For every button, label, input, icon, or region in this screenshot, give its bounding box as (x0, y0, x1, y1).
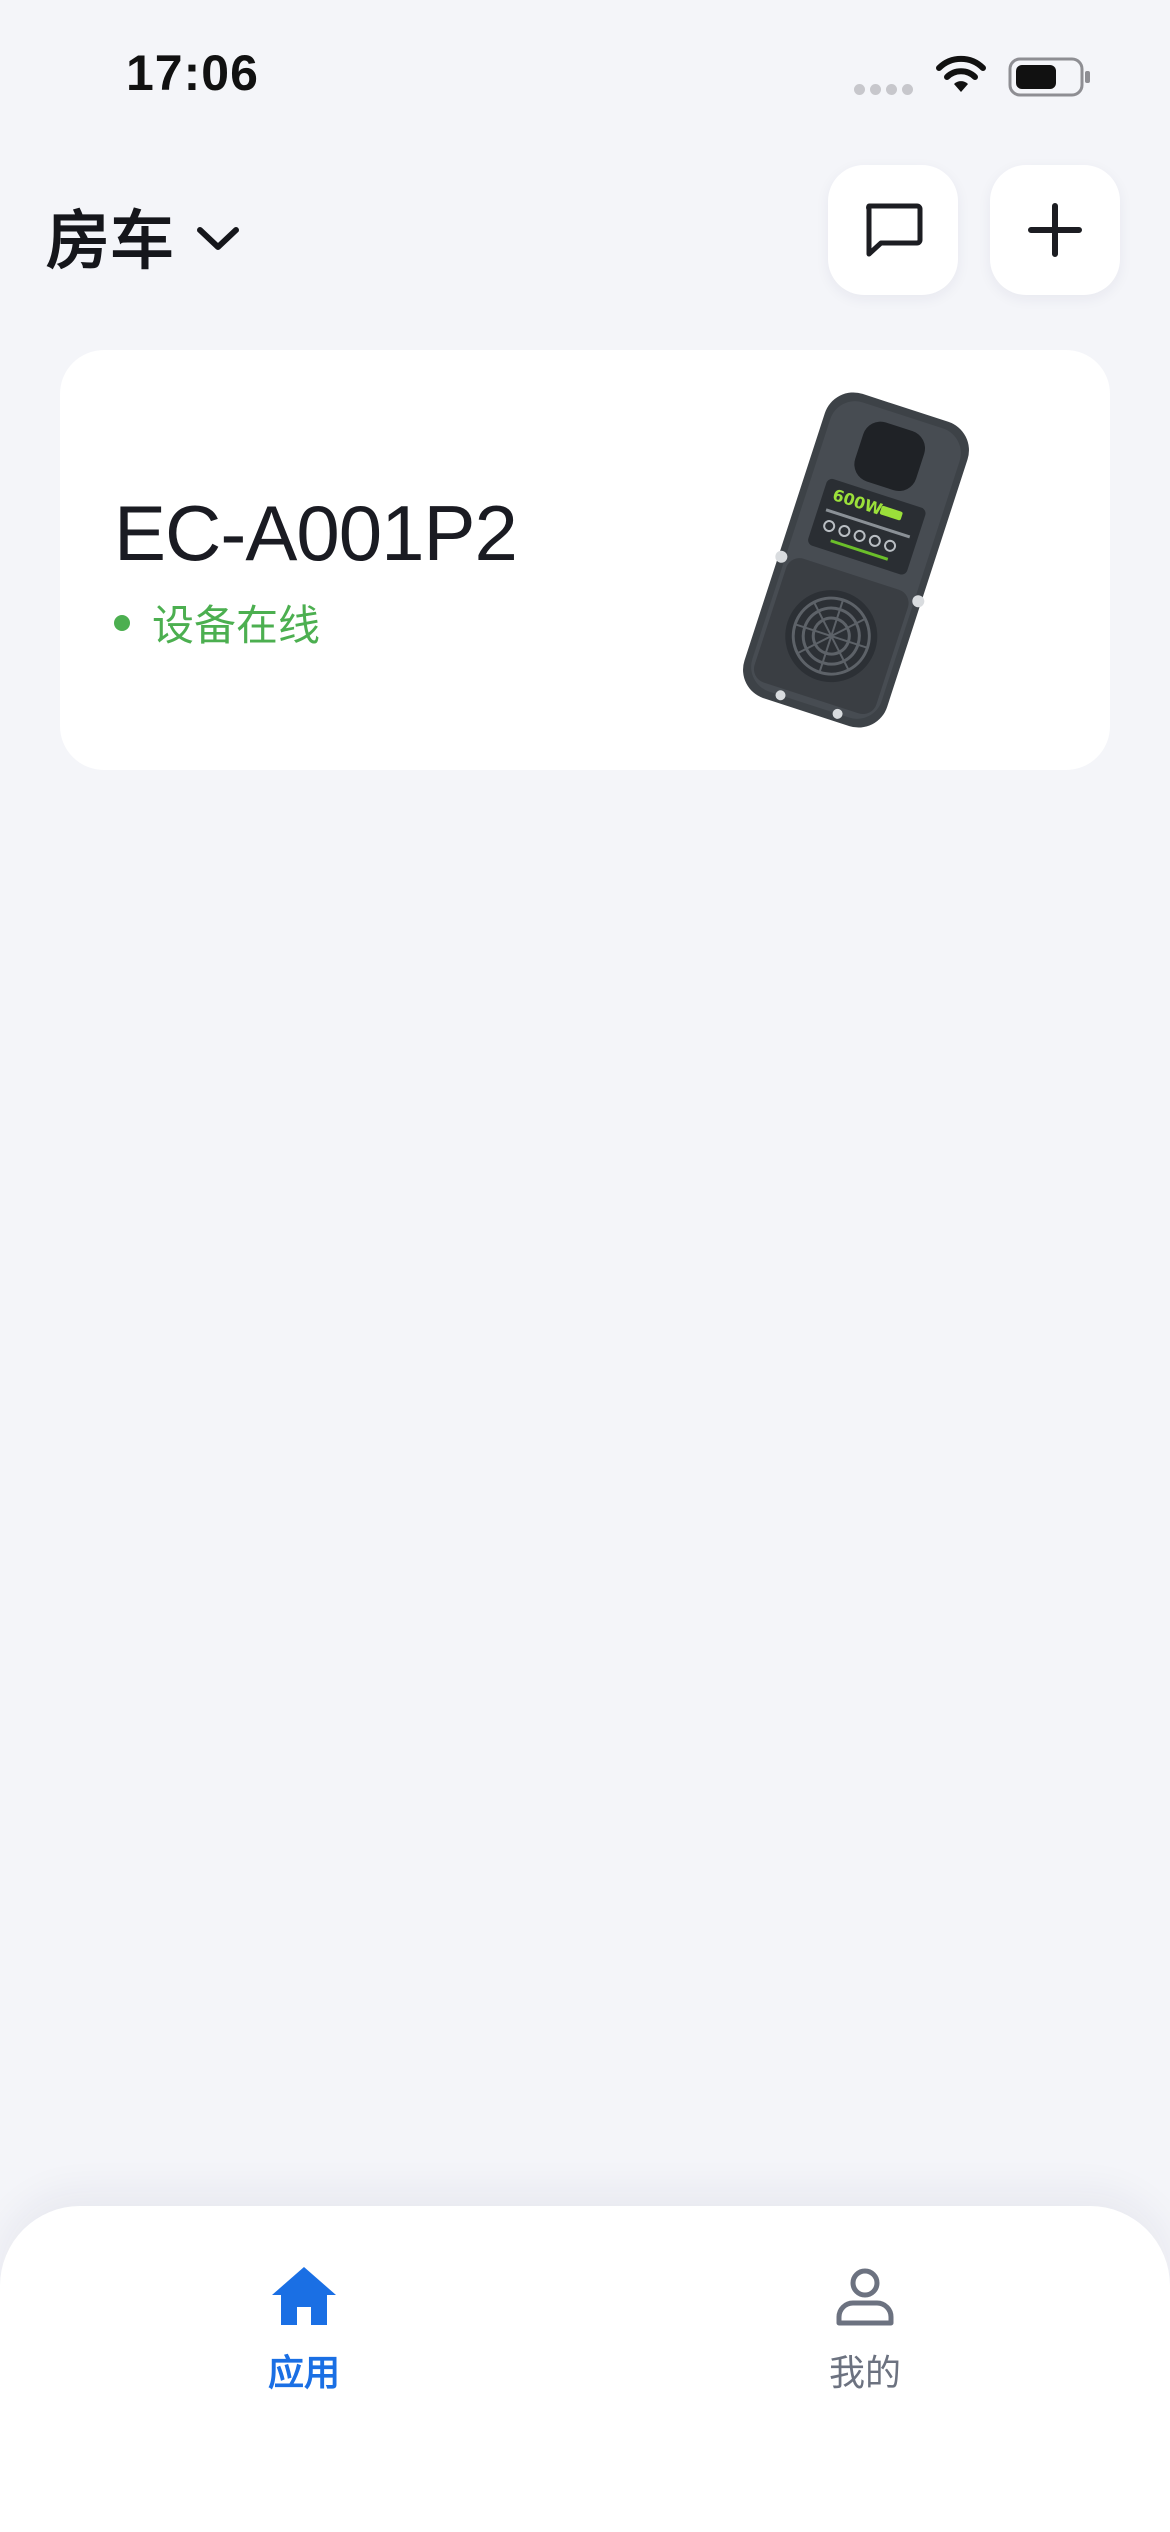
device-card[interactable]: EC-A001P2 设备在线 600W (60, 350, 1110, 770)
message-button[interactable] (828, 165, 958, 295)
tab-apps[interactable]: 应用 (204, 2258, 404, 2408)
tab-mine-label: 我的 (828, 2353, 901, 2394)
wifi-icon (936, 55, 986, 92)
device-image: 600W (743, 392, 969, 728)
tab-bar: 应用 我的 (0, 2206, 1170, 2532)
device-name: EC-A001P2 (114, 489, 518, 577)
tab-apps-label: 应用 (267, 2353, 340, 2394)
home-icon (272, 2267, 336, 2325)
status-bar: 17:06 (0, 0, 1170, 150)
device-status: 设备在线 (114, 592, 320, 653)
signal-icon (854, 84, 913, 95)
home-name: 房车 (46, 205, 174, 279)
battery-icon (1008, 57, 1090, 97)
home-selector[interactable]: 房车 (46, 196, 240, 279)
plus-icon (1028, 203, 1082, 257)
status-time: 17:06 (126, 45, 259, 101)
message-icon (866, 203, 923, 257)
online-dot-icon (114, 614, 130, 631)
tab-mine[interactable]: 我的 (765, 2258, 965, 2408)
person-icon (836, 2268, 894, 2326)
device-status-text: 设备在线 (152, 601, 321, 650)
chevron-down-icon (197, 227, 239, 250)
add-button[interactable] (990, 165, 1120, 295)
